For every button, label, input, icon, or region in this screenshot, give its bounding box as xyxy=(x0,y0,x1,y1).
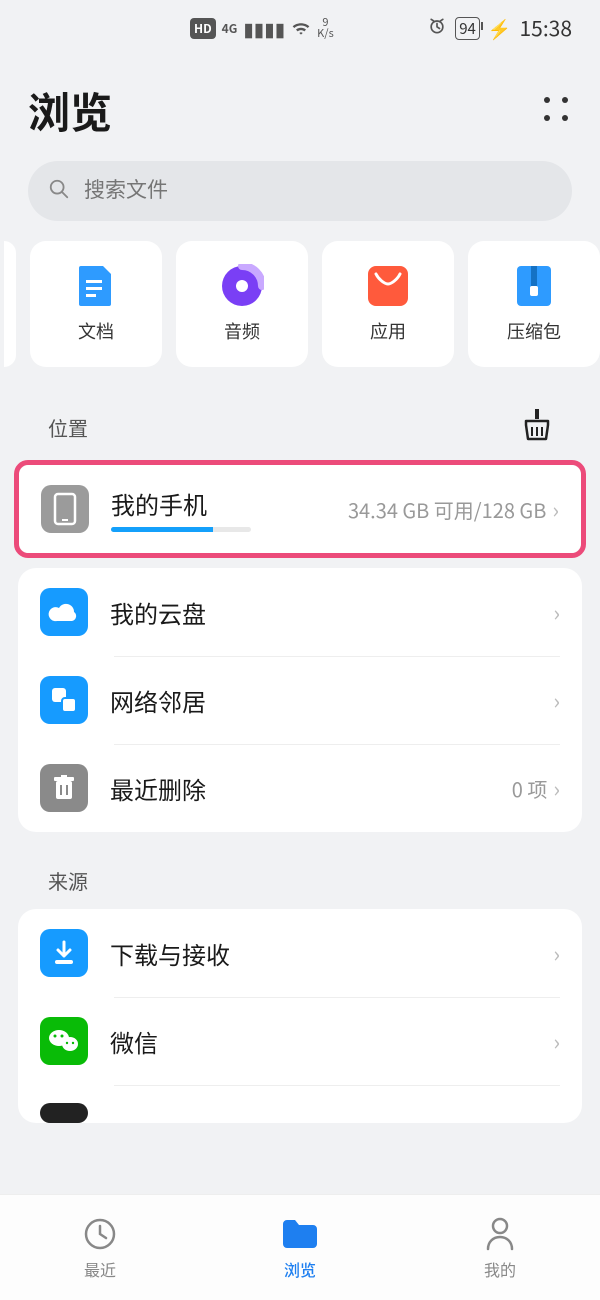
search-input[interactable] xyxy=(84,179,552,203)
page-header: 浏览 xyxy=(0,56,600,161)
network-icon xyxy=(40,676,88,724)
app-icon xyxy=(366,264,410,308)
chevron-right-icon: › xyxy=(553,1025,560,1057)
nav-label: 浏览 xyxy=(284,1257,316,1281)
category-label: 应用 xyxy=(370,318,406,344)
row-cloud[interactable]: 我的云盘 › xyxy=(18,568,582,656)
hd-badge: HD xyxy=(190,18,216,39)
download-icon xyxy=(40,929,88,977)
row-title: 我的手机 xyxy=(111,486,348,521)
chevron-right-icon: › xyxy=(552,493,559,525)
row-my-phone[interactable]: 我的手机 34.34 GB 可用/128 GB › xyxy=(19,465,581,553)
storage-progress xyxy=(111,527,251,532)
section-header-source: 来源 xyxy=(0,832,600,909)
row-trash[interactable]: 最近删除 0 项 › xyxy=(18,744,582,832)
alarm-icon xyxy=(427,15,447,42)
cleanup-icon[interactable] xyxy=(522,409,552,446)
row-title: 微信 xyxy=(110,1024,553,1059)
row-subtitle: 34.34 GB 可用/128 GB xyxy=(348,495,546,524)
category-label: 文档 xyxy=(78,318,114,344)
row-wechat[interactable]: 微信 › xyxy=(18,997,582,1085)
network-type-icon: 4G xyxy=(222,20,238,37)
status-bar: HD 4G ▮▮▮▮ 9 K/s 94 ⚡ 15:38 xyxy=(0,0,600,56)
bottom-nav: 最近 浏览 我的 xyxy=(0,1194,600,1300)
search-icon xyxy=(48,178,70,205)
nav-recent[interactable]: 最近 xyxy=(0,1195,200,1300)
archive-icon xyxy=(512,264,556,308)
nav-mine[interactable]: 我的 xyxy=(400,1195,600,1300)
audio-icon xyxy=(220,264,264,308)
category-label: 音频 xyxy=(224,318,260,344)
clock-time: 15:38 xyxy=(520,13,572,43)
row-more[interactable] xyxy=(18,1085,582,1123)
person-icon xyxy=(485,1215,515,1253)
net-speed: 9 K/s xyxy=(317,17,334,39)
section-title: 位置 xyxy=(48,413,88,442)
chevron-right-icon: › xyxy=(553,596,560,628)
signal-icon: ▮▮▮▮ xyxy=(243,15,285,42)
category-card-app[interactable]: 应用 xyxy=(322,241,454,367)
row-title: 网络邻居 xyxy=(110,683,553,718)
row-network[interactable]: 网络邻居 › xyxy=(18,656,582,744)
more-menu-button[interactable] xyxy=(544,97,572,125)
category-card-prev[interactable] xyxy=(4,241,16,367)
chevron-right-icon: › xyxy=(553,937,560,969)
row-title: 下载与接收 xyxy=(110,936,553,971)
row-title: 我的云盘 xyxy=(110,595,553,630)
nav-label: 最近 xyxy=(84,1257,116,1281)
nav-browse[interactable]: 浏览 xyxy=(200,1195,400,1300)
nav-label: 我的 xyxy=(484,1257,516,1281)
trash-icon xyxy=(40,764,88,812)
clock-icon xyxy=(83,1215,117,1253)
category-card-archive[interactable]: 压缩包 xyxy=(468,241,600,367)
row-title: 最近删除 xyxy=(110,771,512,806)
section-header-location: 位置 xyxy=(0,367,600,460)
category-label: 压缩包 xyxy=(507,318,561,344)
row-subtitle: 0 项 xyxy=(512,774,548,803)
phone-icon xyxy=(41,485,89,533)
highlight-my-phone: 我的手机 34.34 GB 可用/128 GB › xyxy=(14,460,586,558)
wifi-icon xyxy=(291,15,311,42)
document-icon xyxy=(74,264,118,308)
category-card-audio[interactable]: 音频 xyxy=(176,241,308,367)
battery-icon: 94 xyxy=(455,17,480,40)
app-icon-partial xyxy=(40,1103,88,1123)
chevron-right-icon: › xyxy=(553,772,560,804)
category-card-doc[interactable]: 文档 xyxy=(30,241,162,367)
wechat-icon xyxy=(40,1017,88,1065)
folder-icon xyxy=(281,1215,319,1253)
row-download[interactable]: 下载与接收 › xyxy=(18,909,582,997)
chevron-right-icon: › xyxy=(553,684,560,716)
page-title: 浏览 xyxy=(28,80,112,141)
search-bar[interactable] xyxy=(28,161,572,221)
section-title: 来源 xyxy=(48,866,88,895)
category-row: 文档 音频 应用 压缩包 xyxy=(0,241,600,367)
cloud-icon xyxy=(40,588,88,636)
